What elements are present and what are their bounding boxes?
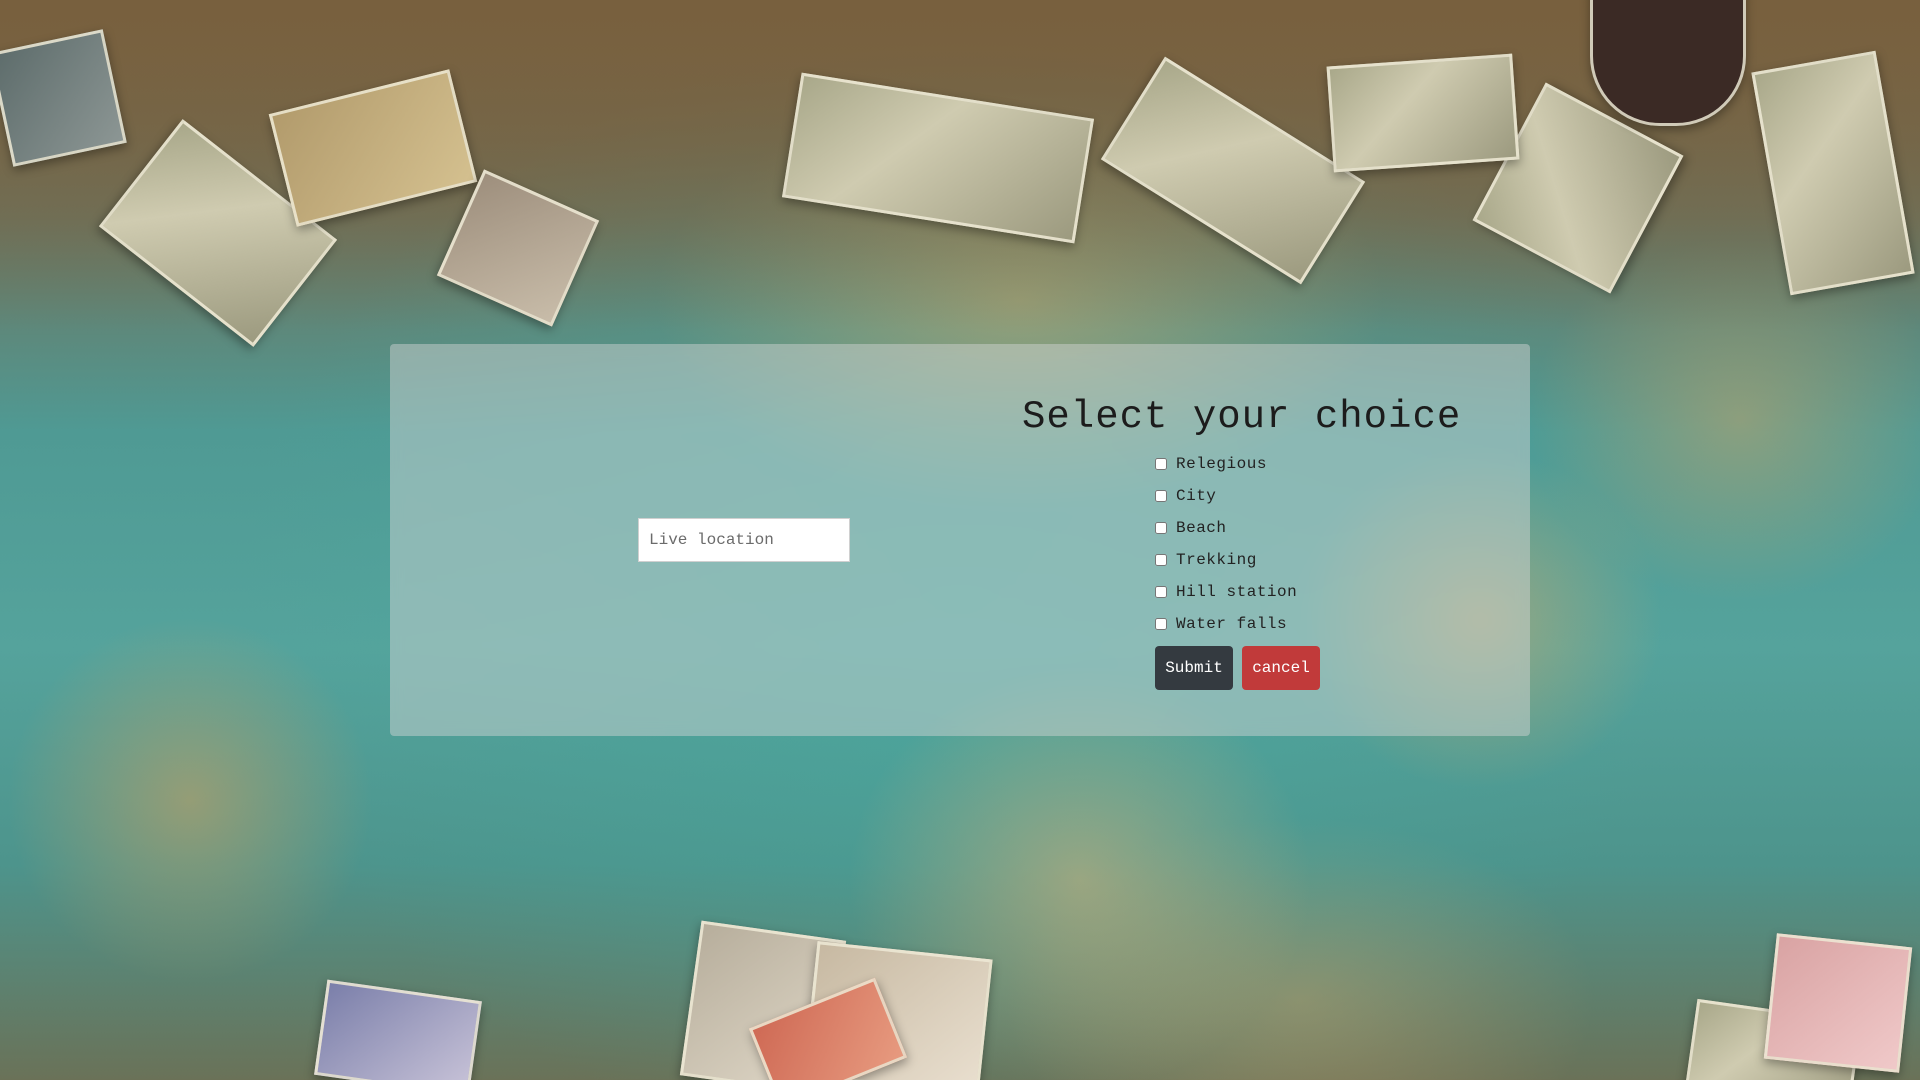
choice-label: Hill station bbox=[1176, 583, 1298, 601]
cancel-button[interactable]: cancel bbox=[1242, 646, 1320, 690]
banknote-image bbox=[803, 941, 993, 1080]
banknote-image bbox=[1684, 998, 1862, 1080]
choice-item-hill-station: Hill station bbox=[1155, 576, 1480, 608]
banknote-image bbox=[1100, 56, 1366, 285]
banknote-image bbox=[98, 119, 338, 347]
submit-button[interactable]: Submit bbox=[1155, 646, 1233, 690]
choice-label: Relegious bbox=[1176, 455, 1267, 473]
choice-form: Select your choice Relegious City Beach … bbox=[1000, 392, 1480, 690]
banknote-image bbox=[1763, 933, 1913, 1073]
crest-emblem-image bbox=[1590, 0, 1746, 126]
banknote-image bbox=[0, 29, 127, 167]
checkbox-city[interactable] bbox=[1155, 490, 1167, 502]
choice-item-trekking: Trekking bbox=[1155, 544, 1480, 576]
live-location-input[interactable] bbox=[638, 518, 850, 562]
choice-list: Relegious City Beach Trekking Hill stati… bbox=[1000, 448, 1480, 640]
banknote-image bbox=[679, 920, 847, 1080]
form-buttons: Submit cancel bbox=[1000, 646, 1480, 690]
choice-label: Beach bbox=[1176, 519, 1227, 537]
choice-item-city: City bbox=[1155, 480, 1480, 512]
form-title: Select your choice bbox=[1022, 395, 1462, 439]
checkbox-trekking[interactable] bbox=[1155, 554, 1167, 566]
checkbox-water-falls[interactable] bbox=[1155, 618, 1167, 630]
choice-label: Water falls bbox=[1176, 615, 1288, 633]
banknote-image bbox=[1751, 50, 1915, 296]
checkbox-beach[interactable] bbox=[1155, 522, 1167, 534]
banknote-image bbox=[314, 979, 482, 1080]
checkbox-relegious[interactable] bbox=[1155, 458, 1167, 470]
choice-item-water-falls: Water falls bbox=[1155, 608, 1480, 640]
banknote-image bbox=[781, 72, 1095, 244]
banknote-image bbox=[436, 169, 600, 327]
choice-item-relegious: Relegious bbox=[1155, 448, 1480, 480]
choice-label: City bbox=[1176, 487, 1217, 505]
choice-label: Trekking bbox=[1176, 551, 1257, 569]
banknote-image bbox=[268, 69, 478, 227]
banknote-image bbox=[1326, 53, 1520, 173]
checkbox-hill-station[interactable] bbox=[1155, 586, 1167, 598]
banknote-image bbox=[748, 977, 908, 1080]
banknote-image bbox=[1472, 82, 1684, 294]
choice-item-beach: Beach bbox=[1155, 512, 1480, 544]
